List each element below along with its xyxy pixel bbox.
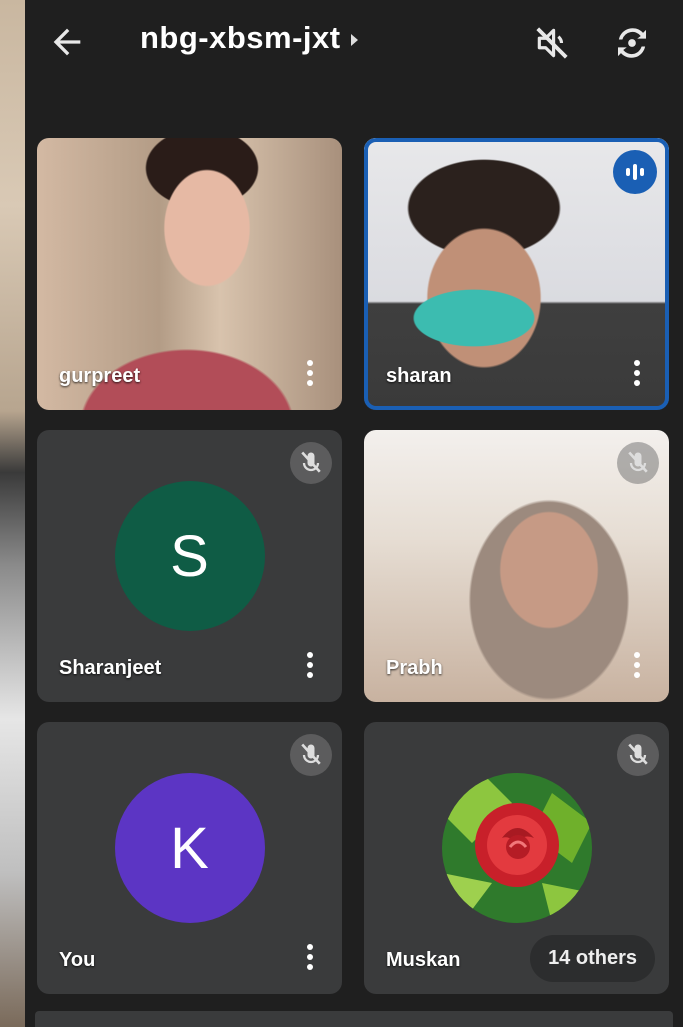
participant-name: Sharanjeet [59, 657, 162, 679]
participant-name: Muskan [386, 949, 461, 971]
rose-avatar-image [441, 773, 592, 923]
mic-off-icon [290, 442, 332, 484]
switch-camera-icon[interactable] [611, 22, 653, 64]
meet-screen: nbg-xbsm-jxt gurpreet sharan S Sharanjee… [25, 0, 683, 1027]
more-options-icon[interactable] [306, 944, 314, 974]
more-options-icon[interactable] [633, 360, 641, 390]
participant-name: You [59, 949, 96, 971]
speaker-off-icon[interactable] [533, 24, 571, 62]
bottom-controls-bar [35, 1011, 673, 1027]
top-bar: nbg-xbsm-jxt [25, 0, 683, 90]
arrow-left-icon[interactable] [47, 22, 87, 62]
participant-name: gurpreet [59, 365, 141, 387]
participant-tile-gurpreet[interactable]: gurpreet [37, 138, 342, 410]
more-options-icon[interactable] [633, 652, 641, 682]
participant-name: Prabh [386, 657, 443, 679]
participant-tile-you[interactable]: K You [37, 722, 342, 994]
meeting-title[interactable]: nbg-xbsm-jxt [140, 20, 358, 56]
others-count-chip[interactable]: 14 others [530, 935, 655, 982]
mic-off-icon [290, 734, 332, 776]
meeting-code: nbg-xbsm-jxt [140, 20, 341, 55]
participant-name: sharan [386, 365, 452, 387]
mic-off-icon [617, 442, 659, 484]
participant-tile-muskan[interactable]: Muskan 14 others [364, 722, 669, 994]
more-options-icon[interactable] [306, 652, 314, 682]
participant-tile-sharan[interactable]: sharan [364, 138, 669, 410]
more-options-icon[interactable] [306, 360, 314, 390]
participant-tile-sharanjeet[interactable]: S Sharanjeet [37, 430, 342, 702]
avatar: K [114, 773, 265, 923]
chevron-right-icon [350, 33, 358, 46]
participant-tile-prabh[interactable]: Prabh [364, 430, 669, 702]
mic-off-icon [617, 734, 659, 776]
avatar: S [114, 481, 265, 631]
